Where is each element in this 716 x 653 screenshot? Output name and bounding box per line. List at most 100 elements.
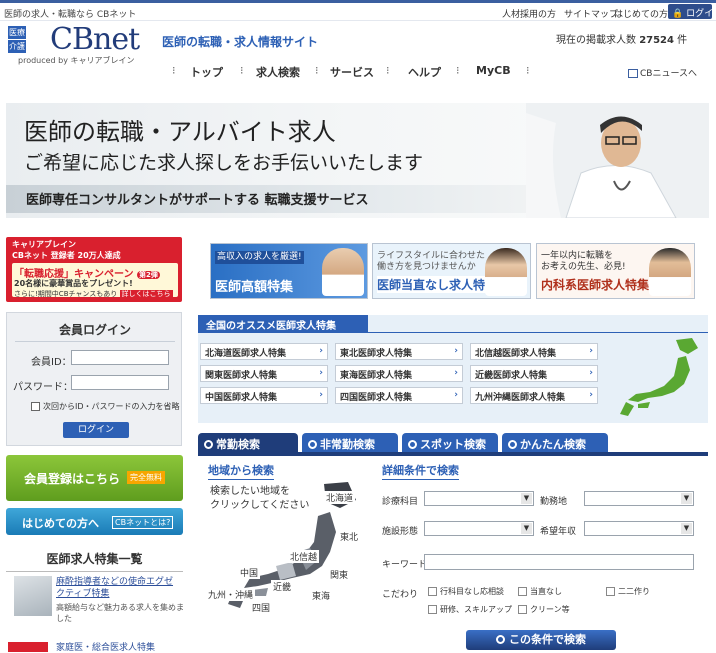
feature-desc-executive: 高額給与など魅力ある求人を集めま した: [56, 603, 184, 623]
banner-internal-medicine[interactable]: 一年以内に転職を お考えの先生、必見! 内科系医師求人特集: [536, 243, 695, 299]
magnifier-icon: [496, 635, 505, 644]
magnifier-icon: [408, 440, 417, 449]
region-link-shikoku[interactable]: 四国医師求人特集 ›: [335, 387, 463, 404]
first-time-button[interactable]: はじめての方へ CBネットとは?: [6, 508, 183, 535]
conditions-label: こだわり: [382, 590, 419, 600]
doctor-photo: [526, 103, 709, 218]
banner-high-salary-caption: 高収入の求人を厳選!: [215, 251, 304, 264]
salary-label: 希望年収: [540, 527, 577, 537]
keyword-input[interactable]: [424, 554, 694, 570]
site-tagline: 医師の求人・転職なら CBネット: [4, 10, 137, 20]
facility-select[interactable]: ▼: [424, 521, 534, 536]
condition-checkbox-4[interactable]: [428, 605, 437, 614]
hero-headline: 医師の転職・アルバイト求人: [24, 118, 336, 146]
tab-spot-search[interactable]: スポット検索: [402, 433, 498, 452]
banner-high-salary-title: 医師高額特集: [215, 280, 294, 295]
logo-mark[interactable]: 医療 介護: [8, 26, 46, 54]
tab-fulltime-search[interactable]: 常勤検索: [198, 433, 298, 452]
password-input[interactable]: [71, 375, 169, 390]
male-doctor-face-icon: [649, 248, 691, 296]
region-chugoku[interactable]: 中国: [238, 566, 261, 579]
chevron-right-icon: ›: [589, 390, 593, 400]
region-kinki[interactable]: 近畿: [271, 580, 294, 593]
region-link-tohoku[interactable]: 東北医師求人特集 ›: [335, 343, 463, 360]
job-count-value: 27524: [639, 35, 674, 46]
cbnews-link[interactable]: CBニュースへ: [628, 66, 697, 79]
about-cbnet-badge: CBネットとは?: [112, 516, 174, 529]
register-label: 会員登録はこちら: [24, 472, 121, 486]
hero-subheadline: ご希望に応じた求人探しをお手伝いいたします: [24, 152, 424, 174]
register-button[interactable]: 会員登録はこちら 完全無料: [6, 455, 183, 501]
condition-label-2: 当直なし: [530, 587, 562, 596]
promo-campaign-banner[interactable]: キャリアブレイン CBネット 登録者 20万人達成 「転職応援」キャンペーン 第…: [6, 237, 182, 302]
login-button[interactable]: ログイン: [63, 422, 129, 438]
search-submit-button[interactable]: この条件で検索: [466, 630, 616, 650]
nav-job-search[interactable]: 求人検索: [256, 64, 300, 80]
banner-high-salary[interactable]: 高収入の求人を厳選! 医師高額特集: [210, 243, 368, 299]
tab-parttime-search[interactable]: 非常勤検索: [302, 433, 398, 452]
subject-label: 診療科目: [382, 497, 419, 507]
region-kanto[interactable]: 関東: [328, 568, 351, 581]
nav-top[interactable]: トップ: [190, 64, 223, 80]
magnifier-icon: [508, 440, 517, 449]
logo-text[interactable]: CBnet: [50, 24, 140, 56]
feature-doctor-thumbnail[interactable]: [14, 576, 52, 616]
region-link-tokai[interactable]: 東海医師求人特集 ›: [335, 365, 463, 382]
job-count-unit: 件: [677, 35, 688, 46]
doctor-face-icon: [322, 248, 364, 296]
chevron-right-icon: ›: [319, 346, 323, 356]
top-link-sitemap[interactable]: サイトマップ: [564, 7, 618, 20]
logo-box-care: 介護: [8, 40, 26, 53]
region-link-chugoku[interactable]: 中国医師求人特集 ›: [200, 387, 328, 404]
remember-label: 次回からID・パスワードの入力を省略: [43, 402, 180, 411]
location-select[interactable]: ▼: [584, 491, 694, 506]
region-link-kanto[interactable]: 関東医師求人特集 ›: [200, 365, 328, 382]
region-shikoku[interactable]: 四国: [250, 601, 273, 614]
search-tabs: 常勤検索 非常勤検索 スポット検索 かんたん検索: [198, 433, 708, 453]
promo-milestone: CBネット 登録者 20万人達成: [12, 251, 121, 260]
chevron-down-icon: ▼: [681, 523, 692, 534]
condition-checkbox-1[interactable]: [428, 587, 437, 596]
subject-select[interactable]: ▼: [424, 491, 534, 506]
regional-features-rule: [198, 332, 708, 333]
regional-features-title: 全国のオススメ医師求人特集: [198, 315, 368, 333]
feature-link-family-medicine[interactable]: 家庭医・総合医求人特集: [56, 640, 155, 653]
region-tokai[interactable]: 東海: [310, 589, 333, 602]
job-count: 現在の掲載求人数 27524 件: [556, 31, 687, 46]
remember-checkbox[interactable]: [31, 402, 40, 411]
job-count-label: 現在の掲載求人数: [556, 35, 636, 46]
top-link-first-time[interactable]: はじめての方: [614, 7, 668, 20]
promo-details-link[interactable]: 詳しくはこちら: [119, 290, 173, 298]
hero-banner[interactable]: 医師の転職・アルバイト求人 ご希望に応じた求人探しをお手伝いいたします 医師専任…: [6, 103, 709, 218]
member-id-input[interactable]: [71, 350, 169, 365]
top-link-recruiters[interactable]: 人材採用の方: [502, 7, 556, 20]
region-kyushu-okinawa[interactable]: 九州・沖縄: [206, 588, 256, 601]
condition-checkbox-2[interactable]: [518, 587, 527, 596]
region-hokushinetsu[interactable]: 北信越: [288, 550, 320, 563]
region-link-hokkaido[interactable]: 北海道医師求人特集 ›: [200, 343, 328, 360]
header-login-button[interactable]: 🔒 ログイン: [668, 4, 716, 19]
nav-services[interactable]: サービス: [330, 64, 374, 80]
search-submit-label: この条件で検索: [509, 633, 586, 646]
region-tohoku[interactable]: 東北: [338, 530, 361, 543]
salary-select[interactable]: ▼: [584, 521, 694, 536]
member-id-label: 会員ID：: [31, 357, 72, 368]
condition-checkbox-3[interactable]: [606, 587, 615, 596]
condition-checkbox-5[interactable]: [518, 605, 527, 614]
banner-no-night-duty[interactable]: ライフスタイルに合わせた 働き方を見つけませんか 医師当直なし求人特集: [372, 243, 531, 299]
nav-help[interactable]: ヘルプ: [408, 64, 441, 80]
region-link-kyushu-okinawa[interactable]: 九州沖縄医師求人特集 ›: [470, 387, 598, 404]
chevron-right-icon: ›: [589, 368, 593, 378]
nav-mycb[interactable]: MyCB: [476, 64, 511, 77]
region-link-hokushinetsu[interactable]: 北信越医師求人特集 ›: [470, 343, 598, 360]
region-link-kinki[interactable]: 近畿医師求人特集 ›: [470, 365, 598, 382]
region-hokkaido[interactable]: 北海道: [324, 491, 356, 504]
chevron-down-icon: ▼: [521, 523, 532, 534]
register-free-badge: 完全無料: [127, 471, 165, 484]
tab-easy-search[interactable]: かんたん検索: [502, 433, 608, 452]
chevron-right-icon: ›: [454, 368, 458, 378]
feature-link-executive[interactable]: 麻酔指導者などの使命エグゼ クティブ特集: [56, 576, 173, 600]
female-doctor-face-icon: [485, 248, 527, 296]
area-search-instructions: 検索したい地域を クリックしてください: [210, 486, 310, 511]
logo-box-medical: 医療: [8, 26, 26, 39]
